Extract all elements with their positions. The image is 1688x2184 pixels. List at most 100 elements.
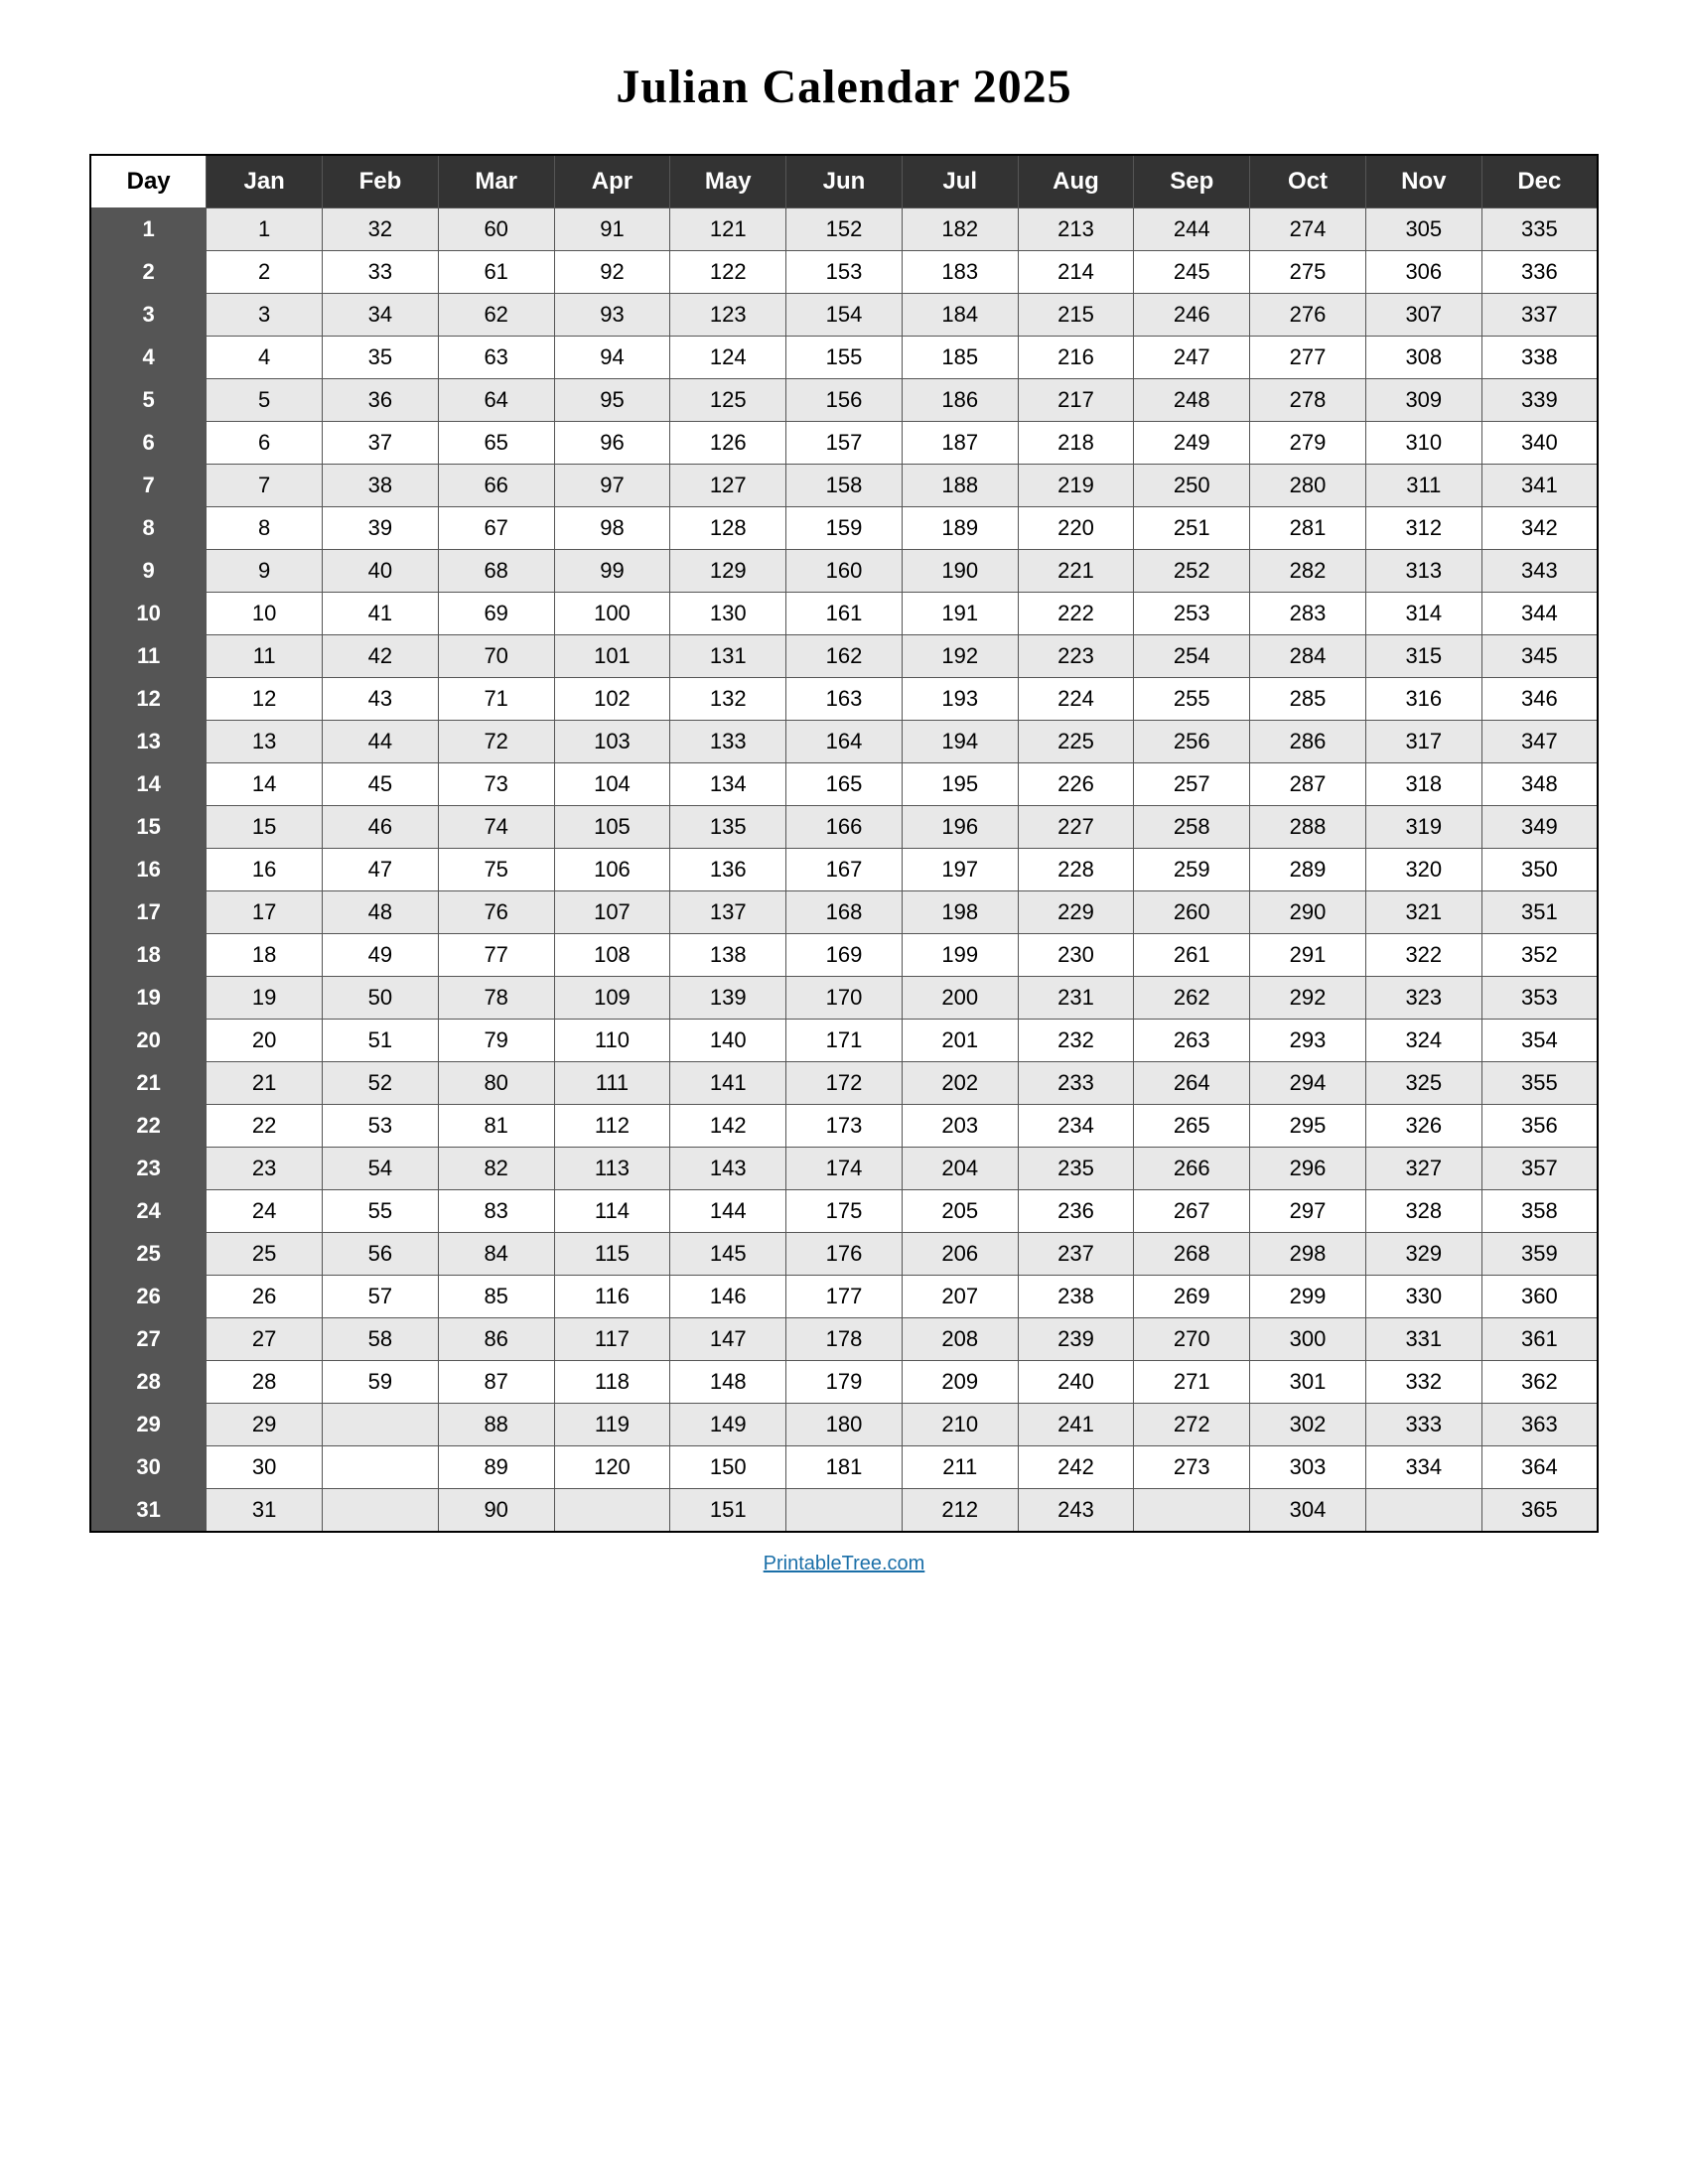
day-cell: 27 <box>90 1318 207 1361</box>
month-cell-oct: 277 <box>1250 337 1366 379</box>
month-cell-feb <box>323 1404 439 1446</box>
month-cell-aug: 223 <box>1018 635 1134 678</box>
month-cell-mar: 79 <box>438 1020 554 1062</box>
month-cell-feb: 50 <box>323 977 439 1020</box>
month-cell-oct: 303 <box>1250 1446 1366 1489</box>
month-cell-aug: 221 <box>1018 550 1134 593</box>
month-cell-jul: 187 <box>902 422 1018 465</box>
month-cell-jan: 13 <box>207 721 323 763</box>
month-cell-jun: 164 <box>786 721 903 763</box>
month-cell-apr: 102 <box>554 678 670 721</box>
month-cell-aug: 235 <box>1018 1148 1134 1190</box>
month-cell-may: 141 <box>670 1062 786 1105</box>
table-row: 12124371102132163193224255285316346 <box>90 678 1598 721</box>
month-cell-feb: 56 <box>323 1233 439 1276</box>
month-cell-nov: 324 <box>1365 1020 1481 1062</box>
month-cell-jun: 166 <box>786 806 903 849</box>
month-cell-feb: 55 <box>323 1190 439 1233</box>
month-cell-jan: 8 <box>207 507 323 550</box>
month-cell-feb: 42 <box>323 635 439 678</box>
month-cell-jul: 186 <box>902 379 1018 422</box>
month-cell-aug: 227 <box>1018 806 1134 849</box>
month-cell-aug: 238 <box>1018 1276 1134 1318</box>
month-cell-nov: 334 <box>1365 1446 1481 1489</box>
month-cell-aug: 215 <box>1018 294 1134 337</box>
header-may: May <box>670 155 786 208</box>
footer-link[interactable]: PrintableTree.com <box>764 1553 925 1575</box>
month-cell-apr: 119 <box>554 1404 670 1446</box>
month-cell-jan: 17 <box>207 891 323 934</box>
day-cell: 2 <box>90 251 207 294</box>
month-cell-may: 125 <box>670 379 786 422</box>
month-cell-nov: 323 <box>1365 977 1481 1020</box>
month-cell-jan: 7 <box>207 465 323 507</box>
month-cell-jul: 209 <box>902 1361 1018 1404</box>
month-cell-may: 133 <box>670 721 786 763</box>
month-cell-aug: 218 <box>1018 422 1134 465</box>
month-cell-nov: 315 <box>1365 635 1481 678</box>
day-cell: 9 <box>90 550 207 593</box>
month-cell-mar: 65 <box>438 422 554 465</box>
day-cell: 13 <box>90 721 207 763</box>
month-cell-mar: 82 <box>438 1148 554 1190</box>
month-cell-dec: 360 <box>1481 1276 1598 1318</box>
month-cell-sep: 258 <box>1134 806 1250 849</box>
month-cell-nov: 331 <box>1365 1318 1481 1361</box>
month-cell-may: 139 <box>670 977 786 1020</box>
month-cell-jul: 204 <box>902 1148 1018 1190</box>
month-cell-jul: 202 <box>902 1062 1018 1105</box>
table-row: 99406899129160190221252282313343 <box>90 550 1598 593</box>
table-row: 14144573104134165195226257287318348 <box>90 763 1598 806</box>
month-cell-may: 137 <box>670 891 786 934</box>
month-cell-jan: 4 <box>207 337 323 379</box>
month-cell-jul: 190 <box>902 550 1018 593</box>
month-cell-dec: 351 <box>1481 891 1598 934</box>
table-row: 303089120150181211242273303334364 <box>90 1446 1598 1489</box>
month-cell-mar: 69 <box>438 593 554 635</box>
month-cell-aug: 229 <box>1018 891 1134 934</box>
month-cell-may: 147 <box>670 1318 786 1361</box>
month-cell-aug: 241 <box>1018 1404 1134 1446</box>
month-cell-sep: 247 <box>1134 337 1250 379</box>
month-cell-may: 136 <box>670 849 786 891</box>
month-cell-sep: 249 <box>1134 422 1250 465</box>
month-cell-dec: 358 <box>1481 1190 1598 1233</box>
month-cell-sep <box>1134 1489 1250 1533</box>
month-cell-oct: 275 <box>1250 251 1366 294</box>
page-title: Julian Calendar 2025 <box>616 60 1071 114</box>
month-cell-aug: 233 <box>1018 1062 1134 1105</box>
month-cell-feb: 45 <box>323 763 439 806</box>
month-cell-aug: 239 <box>1018 1318 1134 1361</box>
day-cell: 19 <box>90 977 207 1020</box>
month-cell-nov: 326 <box>1365 1105 1481 1148</box>
month-cell-jan: 31 <box>207 1489 323 1533</box>
month-cell-dec: 356 <box>1481 1105 1598 1148</box>
month-cell-oct: 284 <box>1250 635 1366 678</box>
month-cell-sep: 253 <box>1134 593 1250 635</box>
month-cell-nov: 310 <box>1365 422 1481 465</box>
month-cell-feb: 40 <box>323 550 439 593</box>
month-cell-sep: 251 <box>1134 507 1250 550</box>
month-cell-jun: 160 <box>786 550 903 593</box>
header-sep: Sep <box>1134 155 1250 208</box>
month-cell-jun: 173 <box>786 1105 903 1148</box>
header-nov: Nov <box>1365 155 1481 208</box>
month-cell-jul: 182 <box>902 208 1018 251</box>
month-cell-oct: 278 <box>1250 379 1366 422</box>
table-row: 20205179110140171201232263293324354 <box>90 1020 1598 1062</box>
month-cell-mar: 60 <box>438 208 554 251</box>
month-cell-apr <box>554 1489 670 1533</box>
month-cell-feb: 48 <box>323 891 439 934</box>
header-apr: Apr <box>554 155 670 208</box>
month-cell-apr: 110 <box>554 1020 670 1062</box>
month-cell-nov: 319 <box>1365 806 1481 849</box>
month-cell-jul: 200 <box>902 977 1018 1020</box>
month-cell-dec: 347 <box>1481 721 1598 763</box>
month-cell-jun: 170 <box>786 977 903 1020</box>
month-cell-dec: 339 <box>1481 379 1598 422</box>
month-cell-may: 150 <box>670 1446 786 1489</box>
table-row: 13134472103133164194225256286317347 <box>90 721 1598 763</box>
table-row: 25255684115145176206237268298329359 <box>90 1233 1598 1276</box>
day-cell: 29 <box>90 1404 207 1446</box>
table-row: 22225381112142173203234265295326356 <box>90 1105 1598 1148</box>
